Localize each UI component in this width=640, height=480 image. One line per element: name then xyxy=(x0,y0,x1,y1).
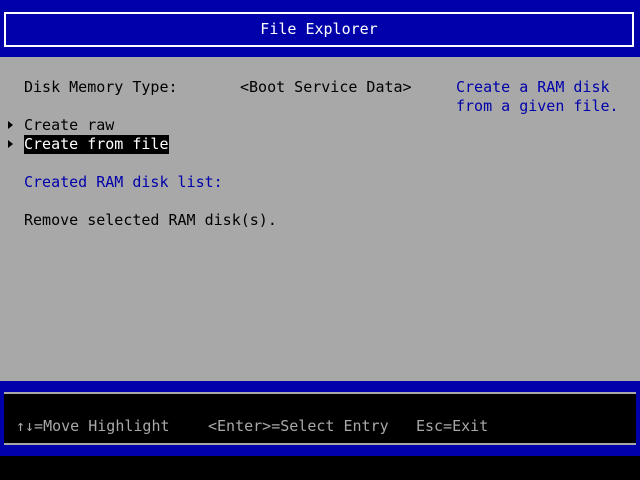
select-entry-hint: <Enter>=Select Entry xyxy=(208,417,389,435)
create-from-file-menu-item[interactable]: Create from file xyxy=(24,135,169,154)
disk-memory-type-label: Disk Memory Type: xyxy=(24,78,178,96)
exit-hint: Esc=Exit xyxy=(416,417,489,435)
header-bar: File Explorer xyxy=(0,0,640,57)
create-raw-menu-item[interactable]: Create raw xyxy=(24,116,114,135)
created-ram-disk-list-heading: Created RAM disk list: xyxy=(24,173,223,191)
footer-bar: ↑↓=Move Highlight <Enter>=Select Entry E… xyxy=(0,381,640,456)
main-panel: Disk Memory Type: <Boot Service Data> Cr… xyxy=(0,57,640,381)
help-text-line-1: Create a RAM disk xyxy=(456,78,610,96)
bottom-strip xyxy=(0,456,640,480)
menu-arrow-icon xyxy=(8,121,13,129)
move-highlight-hint: ↑↓=Move Highlight xyxy=(16,417,170,435)
page-title: File Explorer xyxy=(4,12,634,47)
disk-memory-type-select[interactable]: <Boot Service Data> xyxy=(240,78,412,97)
menu-arrow-icon xyxy=(8,140,13,148)
help-text-line-2: from a given file. xyxy=(456,97,619,115)
remove-selected-ram-disk-item[interactable]: Remove selected RAM disk(s). xyxy=(24,211,277,230)
